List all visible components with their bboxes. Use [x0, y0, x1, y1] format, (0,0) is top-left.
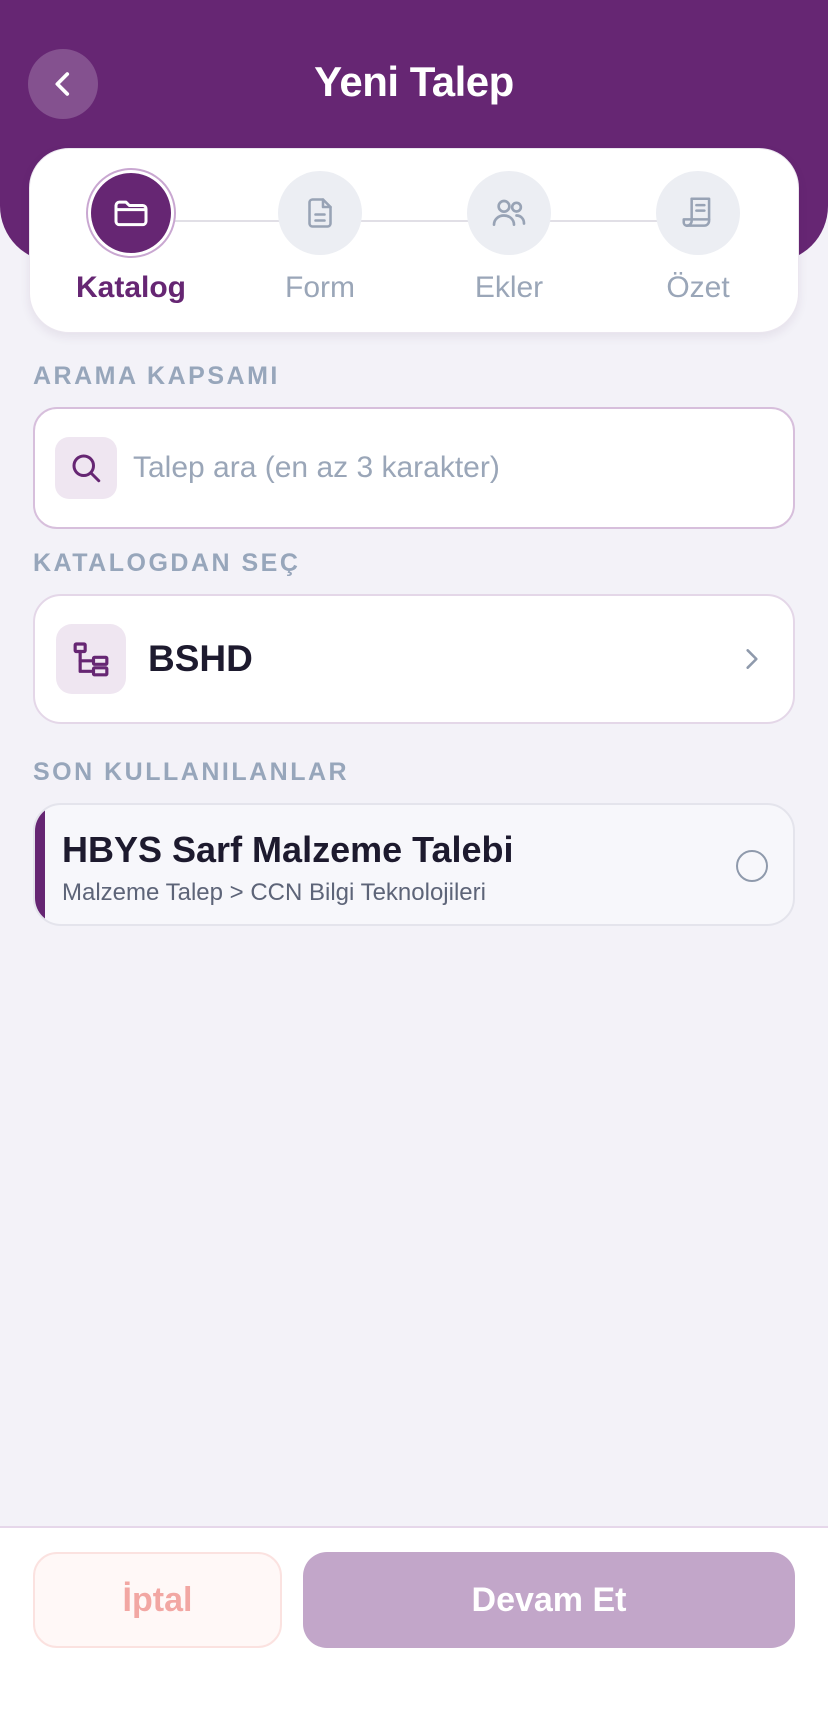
step-label: Ekler: [474, 271, 544, 304]
step-ekler[interactable]: Ekler: [444, 171, 574, 305]
section-label-select-from-catalog: KATALOGDAN SEÇ: [33, 549, 301, 577]
step-circle: [656, 171, 740, 255]
search-icon: [72, 454, 101, 483]
chevron-right-icon: [739, 644, 765, 674]
recent-item-subtitle: Malzeme Talep > CCN Bilgi Teknolojileri: [62, 879, 486, 906]
step-circle: [91, 173, 171, 253]
step-katalog[interactable]: Katalog: [66, 171, 196, 305]
recent-item-hbys-sarf-malzeme-talebi[interactable]: HBYS Sarf Malzeme Talebi Malzeme Talep >…: [33, 803, 795, 926]
recent-item-accent-bar: [35, 805, 45, 924]
recent-item-title: HBYS Sarf Malzeme Talebi: [62, 829, 514, 870]
step-form[interactable]: Form: [255, 171, 385, 305]
stepper-card: Katalog Form Ekler Özet: [29, 148, 799, 333]
search-field[interactable]: [33, 407, 795, 529]
step-circle: [467, 171, 551, 255]
cancel-button[interactable]: İptal: [33, 1552, 282, 1648]
search-icon-container: [55, 437, 117, 499]
step-label: Katalog: [75, 271, 186, 304]
step-ozet[interactable]: Özet: [633, 171, 763, 305]
step-label: Form: [285, 271, 355, 304]
hierarchy-icon: [73, 642, 109, 677]
bottom-action-bar: İptal Devam Et: [0, 1526, 828, 1724]
users-icon: [492, 199, 526, 226]
stepper-connector-line: [131, 220, 699, 222]
continue-button[interactable]: Devam Et: [303, 1552, 795, 1648]
new-request-screen: Yeni Talep Katalog Form Ekler Özet ARAMA…: [0, 0, 828, 1724]
folder-icon: [114, 200, 148, 227]
document-icon: [308, 198, 332, 228]
search-input[interactable]: [133, 451, 733, 485]
radio-button-unselected[interactable]: [736, 850, 768, 882]
section-label-recently-used: SON KULLANILANLAR: [33, 758, 350, 786]
step-label: Özet: [666, 271, 730, 304]
hierarchy-icon-container: [56, 624, 126, 694]
page-title: Yeni Talep: [314, 58, 514, 105]
catalog-item-label: BSHD: [148, 638, 253, 679]
section-label-search-scope: ARAMA KAPSAMI: [33, 362, 280, 390]
receipt-icon: [682, 197, 711, 227]
catalog-item-bshd[interactable]: BSHD: [33, 594, 795, 724]
step-circle: [278, 171, 362, 255]
